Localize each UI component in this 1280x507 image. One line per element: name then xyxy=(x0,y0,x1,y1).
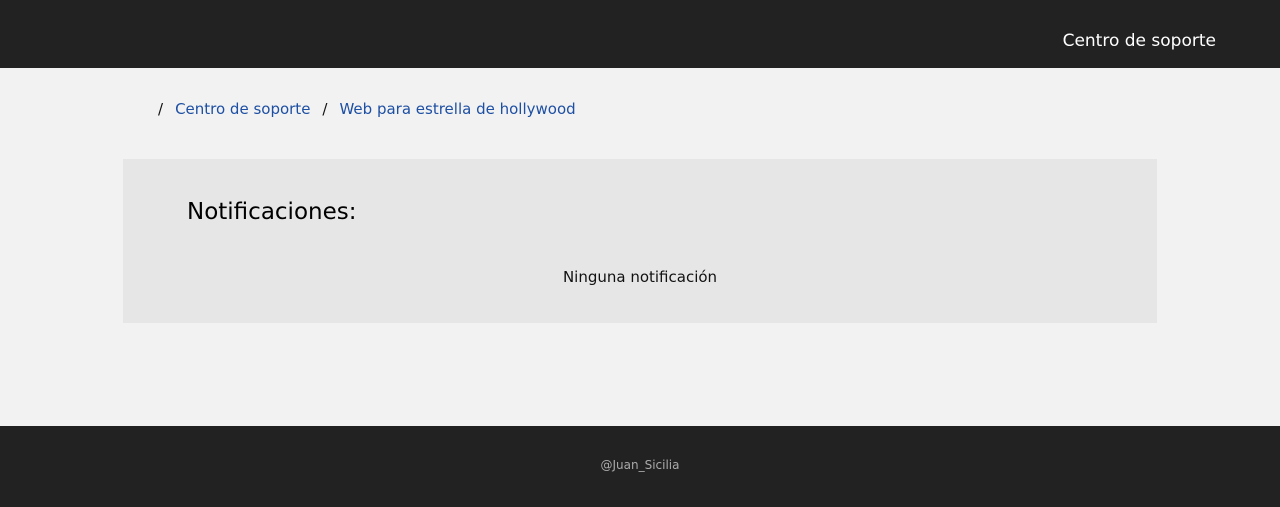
breadcrumb-item-support-center[interactable]: Centro de soporte xyxy=(175,100,310,118)
breadcrumb-item-project[interactable]: Web para estrella de hollywood xyxy=(339,100,575,118)
notifications-panel: Notificaciones: Ninguna notificación xyxy=(123,159,1157,323)
breadcrumb-separator: / xyxy=(158,100,164,118)
top-navbar: Centro de soporte xyxy=(0,0,1280,68)
footer: @Juan_Sicilia xyxy=(0,426,1280,507)
nav-link-support-center[interactable]: Centro de soporte xyxy=(1063,29,1216,53)
footer-credit: @Juan_Sicilia xyxy=(600,458,680,472)
breadcrumb: / Centro de soporte / Web para estrella … xyxy=(158,97,588,121)
notifications-empty-message: Ninguna notificación xyxy=(562,268,718,286)
breadcrumb-separator: / xyxy=(322,100,328,118)
notifications-title: Notificaciones: xyxy=(187,199,357,225)
